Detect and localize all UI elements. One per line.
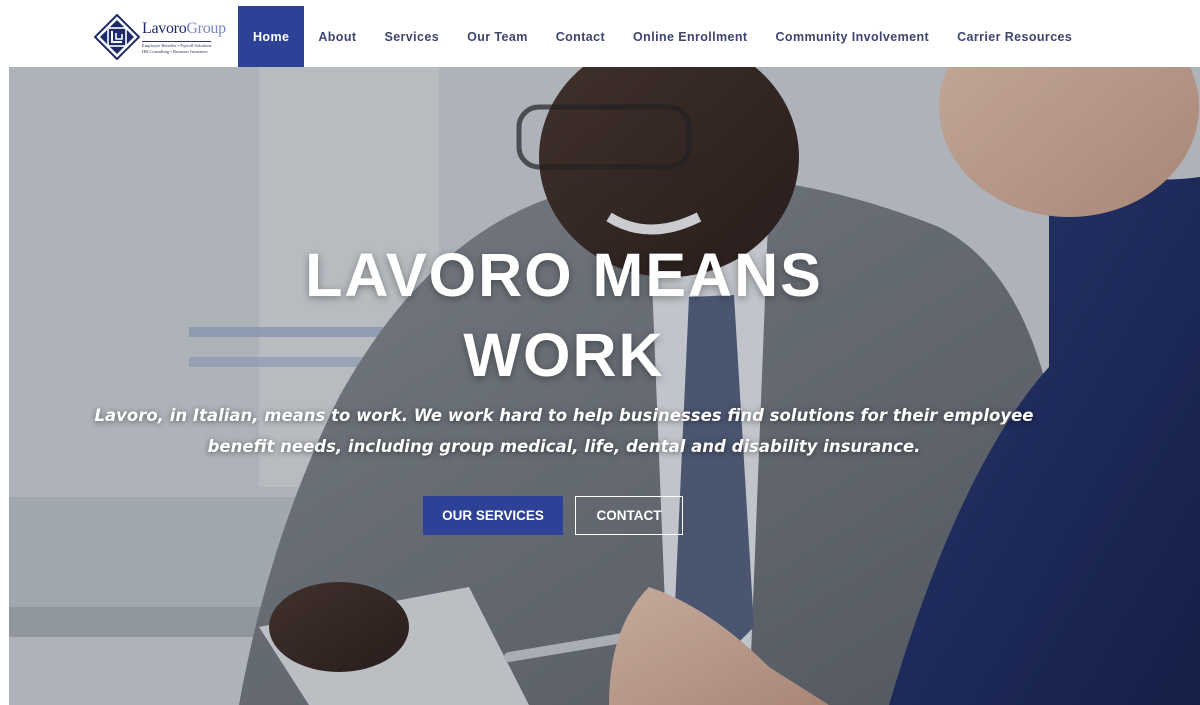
nav-item-home[interactable]: Home — [238, 6, 305, 67]
our-services-button[interactable]: OUR SERVICES — [423, 496, 563, 535]
nav-item-carrier-resources[interactable]: Carrier Resources — [943, 6, 1086, 67]
logo-tagline-line1: Employee Benefits • Payroll Solutions — [142, 43, 212, 48]
contact-button[interactable]: CONTACT — [575, 496, 683, 535]
nav-item-online-enrollment[interactable]: Online Enrollment — [619, 6, 761, 67]
nav-item-our-team[interactable]: Our Team — [453, 6, 542, 67]
logo-mark-icon — [94, 14, 140, 60]
lavoro-group-logo[interactable]: LavoroGroup Employee Benefits • Payroll … — [94, 12, 226, 60]
nav-item-about[interactable]: About — [304, 6, 370, 67]
logo-tagline: Employee Benefits • Payroll Solutions HR… — [142, 41, 212, 54]
main-nav: Home About Services Our Team Contact Onl… — [238, 6, 1086, 67]
hero-title-line1: LAVORO MEANS — [305, 241, 823, 309]
logo-wordmark: LavoroGroup — [142, 20, 226, 38]
site-header: LavoroGroup Employee Benefits • Payroll … — [0, 0, 1200, 67]
logo-word-primary: Lavoro — [142, 20, 187, 37]
hero-banner: LAVORO MEANS WORK Lavoro, in Italian, me… — [9, 67, 1200, 705]
logo-word-secondary: Group — [186, 20, 226, 37]
logo-tagline-line2: HR Consulting • Business Insurance — [142, 48, 208, 54]
hero-title-line2: WORK — [463, 321, 665, 389]
nav-item-services[interactable]: Services — [370, 6, 453, 67]
nav-item-community-involvement[interactable]: Community Involvement — [762, 6, 944, 67]
nav-item-contact[interactable]: Contact — [542, 6, 619, 67]
hero-subtitle: Lavoro, in Italian, means to work. We wo… — [94, 406, 1034, 456]
hero-title: LAVORO MEANS WORK — [9, 235, 1119, 395]
